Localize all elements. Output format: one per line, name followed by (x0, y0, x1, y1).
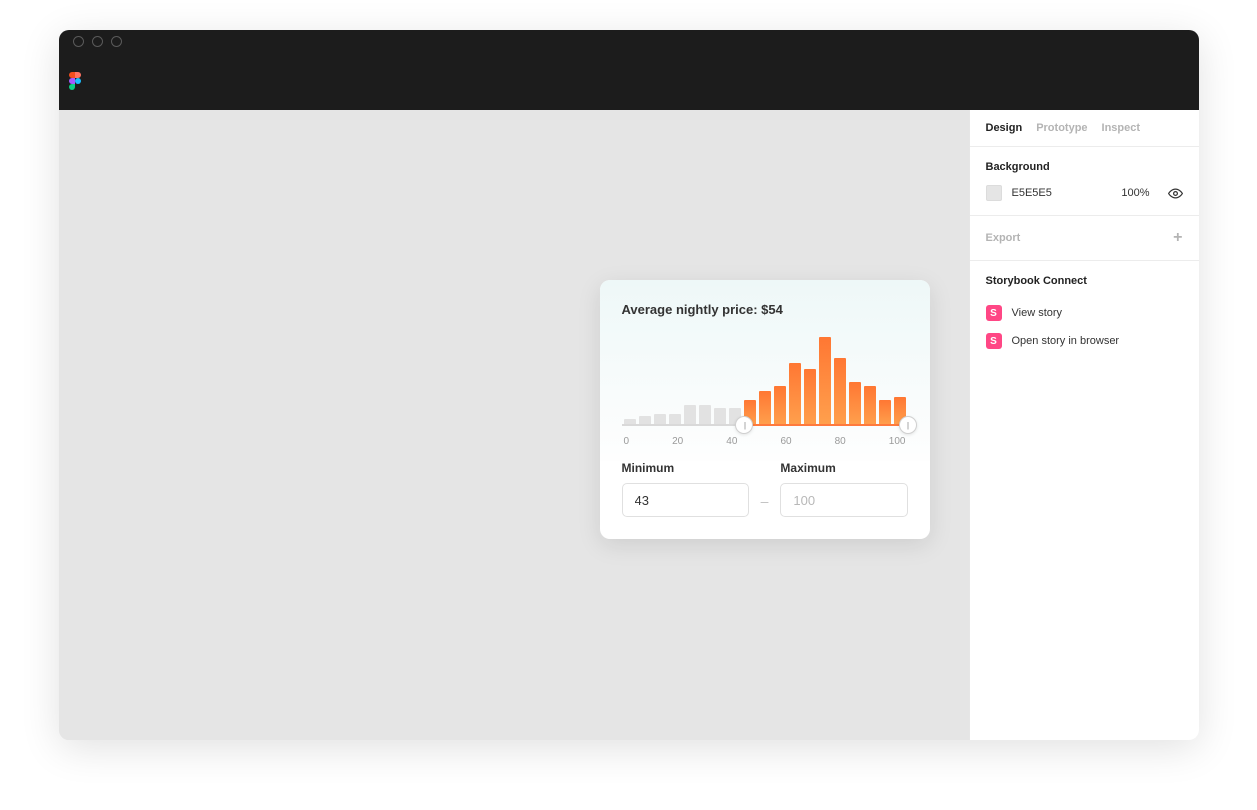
histogram-bar (774, 386, 786, 425)
axis-tick: 100 (889, 436, 906, 447)
histogram-bar (684, 405, 696, 425)
slider-handle-min[interactable]: || (735, 416, 753, 434)
storybook-view-story-label: View story (1012, 307, 1063, 319)
histogram-axis: 0 20 40 60 80 100 (622, 426, 908, 461)
figma-logo-icon[interactable] (69, 72, 81, 90)
card-title: Average nightly price: $54 (622, 302, 908, 317)
histogram-bar (789, 363, 801, 425)
window-zoom-dot[interactable] (111, 36, 122, 47)
axis-tick: 20 (672, 436, 683, 447)
minimum-label: Minimum (622, 461, 749, 475)
histogram-bar (819, 337, 831, 425)
canvas[interactable]: Average nightly price: $54 || || 0 20 40 60… (59, 110, 969, 740)
storybook-open-in-browser[interactable]: S Open story in browser (986, 327, 1183, 355)
visibility-toggle-icon[interactable] (1168, 186, 1183, 201)
storybook-icon: S (986, 333, 1002, 349)
histogram-bar (879, 400, 891, 425)
background-title: Background (986, 161, 1183, 173)
histogram (622, 335, 908, 425)
storybook-view-story[interactable]: S View story (986, 299, 1183, 327)
main-area: Average nightly price: $54 || || 0 20 40 60… (59, 110, 1199, 740)
add-export-icon[interactable]: + (1173, 230, 1182, 246)
storybook-icon: S (986, 305, 1002, 321)
export-title: Export (986, 232, 1021, 244)
background-hex[interactable]: E5E5E5 (1012, 187, 1052, 199)
export-section: Export + (970, 216, 1199, 261)
histogram-bar (759, 391, 771, 425)
range-dash: – (761, 493, 769, 517)
maximum-label: Maximum (780, 461, 907, 475)
storybook-open-in-browser-label: Open story in browser (1012, 335, 1120, 347)
histogram-bar (864, 386, 876, 425)
price-histogram-card: Average nightly price: $54 || || 0 20 40 60… (600, 280, 930, 539)
background-swatch[interactable] (986, 185, 1002, 201)
window-minimize-dot[interactable] (92, 36, 103, 47)
histogram-bar (849, 382, 861, 425)
background-opacity[interactable]: 100% (1121, 187, 1149, 199)
histogram-bar (834, 358, 846, 426)
window-titlebar (59, 30, 1199, 52)
window-close-dot[interactable] (73, 36, 84, 47)
app-toolbar (59, 52, 1199, 110)
panel-tabs: Design Prototype Inspect (970, 110, 1199, 147)
maximum-input[interactable] (780, 483, 907, 517)
slider-handle-max[interactable]: || (899, 416, 917, 434)
histogram-bar (699, 405, 711, 425)
storybook-title: Storybook Connect (986, 275, 1183, 287)
axis-tick: 60 (780, 436, 791, 447)
tab-inspect[interactable]: Inspect (1102, 122, 1141, 134)
axis-tick: 80 (835, 436, 846, 447)
right-panel: Design Prototype Inspect Background E5E5… (969, 110, 1199, 740)
background-section: Background E5E5E5 100% (970, 147, 1199, 216)
minimum-input[interactable] (622, 483, 749, 517)
tab-design[interactable]: Design (986, 122, 1023, 134)
slider-range (744, 424, 907, 426)
slider-track[interactable]: || || (622, 424, 908, 426)
axis-tick: 40 (726, 436, 737, 447)
app-window: Average nightly price: $54 || || 0 20 40 60… (59, 30, 1199, 740)
histogram-bar (714, 408, 726, 425)
tab-prototype[interactable]: Prototype (1036, 122, 1087, 134)
axis-tick: 0 (624, 436, 630, 447)
histogram-bar (804, 369, 816, 425)
storybook-section: Storybook Connect S View story S Open st… (970, 261, 1199, 369)
